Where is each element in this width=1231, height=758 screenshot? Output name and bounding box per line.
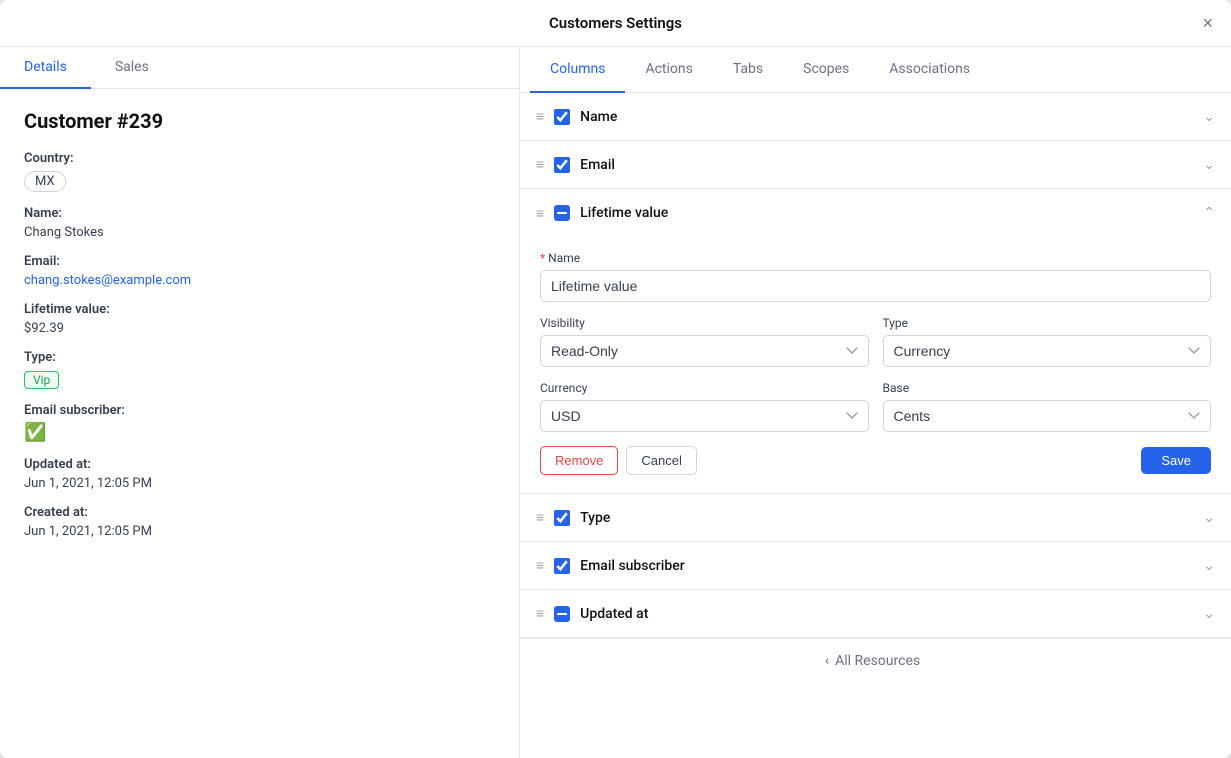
tab-scopes[interactable]: Scopes xyxy=(783,47,869,93)
drag-handle-email[interactable]: ≡ xyxy=(536,156,544,173)
chevron-updated-at[interactable]: ⌄ xyxy=(1203,606,1215,622)
drag-handle-lifetime[interactable]: ≡ xyxy=(536,205,544,222)
col-label-email-subscriber: Email subscriber xyxy=(580,558,1203,574)
type-badge-wrapper: Vip xyxy=(24,369,495,389)
email-label: Email: xyxy=(24,254,495,269)
lifetime-label: Lifetime value: xyxy=(24,302,495,317)
modal: Customers Settings × Details Sales Custo… xyxy=(0,0,1231,758)
type-badge: Vip xyxy=(24,371,59,389)
created-value: Jun 1, 2021, 12:05 PM xyxy=(24,524,495,539)
form-row-name: Name xyxy=(540,251,1211,302)
form-label-visibility: Visibility xyxy=(540,316,869,330)
cancel-button[interactable]: Cancel xyxy=(626,446,696,475)
close-button[interactable]: × xyxy=(1202,14,1213,32)
check-icon: ✅ xyxy=(24,422,46,443)
subscriber-check: ✅ xyxy=(24,422,495,443)
chevron-left-icon: ‹ xyxy=(825,653,829,669)
form-select-visibility[interactable]: Read-Only Editable Hidden xyxy=(540,335,869,367)
column-row-lifetime: ≡ Lifetime value ⌃ Name Visib xyxy=(520,189,1231,494)
drag-handle-type[interactable]: ≡ xyxy=(536,509,544,526)
chevron-email-subscriber[interactable]: ⌄ xyxy=(1203,558,1215,574)
column-row-name: ≡ Name ⌄ xyxy=(520,93,1231,141)
col-label-type: Type xyxy=(580,510,1203,526)
save-button[interactable]: Save xyxy=(1141,447,1211,474)
column-row-email: ≡ Email ⌄ xyxy=(520,141,1231,189)
checkbox-lifetime[interactable] xyxy=(554,205,570,221)
checkbox-email-subscriber[interactable] xyxy=(554,558,570,574)
left-content: Customer #239 Country: MX Name: Chang St… xyxy=(0,89,519,573)
updated-value: Jun 1, 2021, 12:05 PM xyxy=(24,476,495,491)
drag-handle-name[interactable]: ≡ xyxy=(536,108,544,125)
tab-details[interactable]: Details xyxy=(0,47,91,89)
col-row-header-lifetime: ≡ Lifetime value ⌃ xyxy=(520,189,1231,237)
tab-actions[interactable]: Actions xyxy=(625,47,712,93)
drag-handle-email-subscriber[interactable]: ≡ xyxy=(536,557,544,574)
tab-associations[interactable]: Associations xyxy=(869,47,990,93)
checkbox-type[interactable] xyxy=(554,510,570,526)
created-label: Created at: xyxy=(24,505,495,520)
checkbox-email[interactable] xyxy=(554,157,570,173)
col-label-name: Name xyxy=(580,109,1203,125)
tab-sales[interactable]: Sales xyxy=(91,47,173,89)
form-actions: Remove Cancel Save xyxy=(540,446,1211,475)
right-content: ≡ Name ⌄ ≡ Email ⌄ ≡ Lif xyxy=(520,93,1231,758)
tab-columns[interactable]: Columns xyxy=(530,47,625,93)
customer-title: Customer #239 xyxy=(24,109,495,133)
form-col-visibility: Visibility Read-Only Editable Hidden xyxy=(540,316,869,367)
right-tabs: Columns Actions Tabs Scopes Associations xyxy=(520,47,1231,93)
lifetime-value: $92.39 xyxy=(24,321,495,336)
form-label-type: Type xyxy=(883,316,1212,330)
chevron-email[interactable]: ⌄ xyxy=(1203,157,1215,173)
all-resources-label: All Resources xyxy=(835,653,920,669)
modal-body: Details Sales Customer #239 Country: MX … xyxy=(0,47,1231,758)
form-col-currency: Currency USD EUR GBP xyxy=(540,381,869,432)
column-row-type: ≡ Type ⌄ xyxy=(520,494,1231,542)
form-select-type[interactable]: Currency Text Number Date xyxy=(883,335,1212,367)
left-panel: Details Sales Customer #239 Country: MX … xyxy=(0,47,520,758)
form-label-base: Base xyxy=(883,381,1212,395)
col-label-updated-at: Updated at xyxy=(580,606,1203,622)
col-label-lifetime: Lifetime value xyxy=(580,205,1203,221)
form-input-name[interactable] xyxy=(540,270,1211,302)
email-value[interactable]: chang.stokes@example.com xyxy=(24,273,495,288)
column-row-updated-at: ≡ Updated at ⌄ xyxy=(520,590,1231,638)
country-label: Country: xyxy=(24,151,495,166)
column-row-email-subscriber: ≡ Email subscriber ⌄ xyxy=(520,542,1231,590)
chevron-name[interactable]: ⌄ xyxy=(1203,109,1215,125)
form-col-base: Base Cents Dollars xyxy=(883,381,1212,432)
all-resources-link[interactable]: ‹ All Resources xyxy=(520,638,1231,683)
form-select-currency[interactable]: USD EUR GBP xyxy=(540,400,869,432)
drag-handle-updated-at[interactable]: ≡ xyxy=(536,605,544,622)
checkbox-name[interactable] xyxy=(554,109,570,125)
subscriber-label: Email subscriber: xyxy=(24,403,495,418)
type-label: Type: xyxy=(24,350,495,365)
form-grid-currency-base: Currency USD EUR GBP Base Cents xyxy=(540,381,1211,432)
modal-header: Customers Settings × xyxy=(0,0,1231,47)
right-panel: Columns Actions Tabs Scopes Associations… xyxy=(520,47,1231,758)
chevron-type[interactable]: ⌄ xyxy=(1203,510,1215,526)
col-label-email: Email xyxy=(580,157,1203,173)
remove-button[interactable]: Remove xyxy=(540,446,618,475)
form-label-currency: Currency xyxy=(540,381,869,395)
tab-tabs[interactable]: Tabs xyxy=(713,47,783,93)
chevron-lifetime[interactable]: ⌃ xyxy=(1203,205,1215,221)
updated-label: Updated at: xyxy=(24,457,495,472)
modal-title: Customers Settings xyxy=(549,14,682,32)
name-label: Name: xyxy=(24,206,495,221)
form-col-type: Type Currency Text Number Date xyxy=(883,316,1212,367)
form-select-base[interactable]: Cents Dollars xyxy=(883,400,1212,432)
form-label-name: Name xyxy=(540,251,1211,265)
country-badge: MX xyxy=(24,171,66,192)
name-value: Chang Stokes xyxy=(24,225,495,240)
expanded-form-lifetime: Name Visibility Read-Only Editable Hidde… xyxy=(520,237,1231,493)
left-tabs: Details Sales xyxy=(0,47,519,89)
form-actions-left: Remove Cancel xyxy=(540,446,697,475)
checkbox-updated-at[interactable] xyxy=(554,606,570,622)
form-grid-visibility-type: Visibility Read-Only Editable Hidden Typ… xyxy=(540,316,1211,367)
